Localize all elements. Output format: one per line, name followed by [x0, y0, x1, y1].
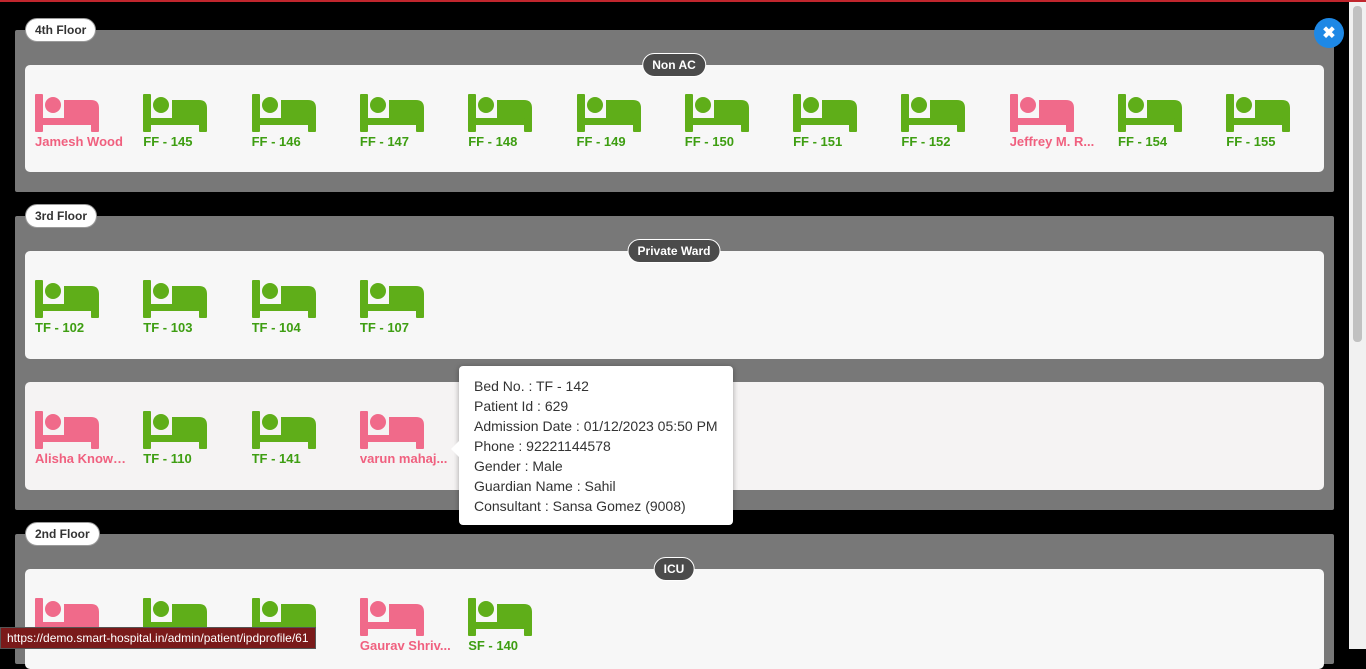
bed-label: TF - 103	[143, 320, 193, 335]
bed-label: FF - 150	[684, 134, 734, 149]
top-border	[0, 0, 1366, 2]
bed-available[interactable]: FF - 147	[359, 94, 460, 149]
bed-available[interactable]: FF - 150	[684, 94, 785, 149]
bed-label: Jeffrey M. R...	[1009, 134, 1095, 149]
bed-available[interactable]: TF - 110	[143, 411, 243, 466]
bed-label: TF - 107	[359, 320, 410, 335]
tooltip-phone: Phone : 92221144578	[474, 438, 611, 454]
bed-label: FF - 151	[793, 134, 843, 149]
bed-icon	[35, 280, 135, 318]
bed-label: FF - 154	[1118, 134, 1168, 149]
bed-icon	[1226, 94, 1326, 132]
bed-label: FF - 152	[901, 134, 951, 149]
bed-icon	[35, 411, 135, 449]
bed-icon	[468, 94, 568, 132]
bed-label: FF - 145	[143, 134, 193, 149]
ward-panel-private: Private Ward TF - 102 TF - 103 TF - 104 TF …	[25, 239, 1324, 359]
bed-icon	[143, 94, 243, 132]
bed-available[interactable]: TF - 102	[35, 280, 135, 335]
bed-icon	[359, 94, 460, 132]
floor-label: 3rd Floor	[25, 204, 98, 228]
ward-label: Non AC	[642, 53, 706, 77]
bed-icon	[901, 94, 1001, 132]
bed-icon	[576, 94, 677, 132]
floor-panel-4th: 4th Floor Non AC Jamesh Wood FF - 145 FF -…	[15, 18, 1334, 192]
tooltip-consultant: Consultant : Sansa Gomez (9008)	[474, 498, 686, 514]
bed-available[interactable]: TF - 103	[143, 280, 243, 335]
bed-label: FF - 149	[576, 134, 626, 149]
bed-icon	[1118, 94, 1218, 132]
bed-icon	[35, 94, 135, 132]
ward-label: ICU	[653, 557, 695, 581]
bed-icon	[1009, 94, 1110, 132]
bed-available[interactable]: FF - 151	[793, 94, 893, 149]
bed-available[interactable]: FF - 146	[251, 94, 352, 149]
bed-label: FF - 155	[1226, 134, 1276, 149]
tooltip-admission-date: Admission Date : 01/12/2023 05:50 PM	[474, 418, 718, 434]
tooltip-guardian-name: Guardian Name : Sahil	[474, 478, 616, 494]
scrollbar-thumb[interactable]	[1353, 6, 1362, 342]
bed-occupied[interactable]: Jeffrey M. R...	[1009, 94, 1110, 149]
bed-available[interactable]: FF - 154	[1118, 94, 1218, 149]
tooltip-gender: Gender : Male	[474, 458, 563, 474]
close-icon: ✖	[1322, 25, 1336, 42]
bed-label: TF - 110	[143, 451, 192, 466]
bed-info-tooltip: Bed No. : TF - 142 Patient Id : 629 Admi…	[451, 366, 733, 525]
bed-icon	[359, 598, 460, 636]
ward-panel-non-ac: Non AC Jamesh Wood FF - 145 FF - 146 FF - 1…	[25, 53, 1326, 172]
bed-icon	[143, 411, 243, 449]
ward-label: Private Ward	[627, 239, 721, 263]
bed-occupied[interactable]: varun mahaj...	[359, 411, 460, 466]
floor-label: 4th Floor	[25, 18, 97, 42]
scrollbar[interactable]	[1349, 2, 1366, 649]
bed-label: FF - 147	[359, 134, 410, 149]
bed-label: TF - 104	[251, 320, 301, 335]
bed-label: SF - 140	[468, 638, 519, 653]
bed-icon	[251, 94, 352, 132]
bed-available[interactable]: FF - 149	[576, 94, 677, 149]
bed-available[interactable]: FF - 155	[1226, 94, 1326, 149]
bed-icon	[684, 94, 785, 132]
bed-available[interactable]: TF - 141	[251, 411, 352, 466]
bed-icon	[793, 94, 893, 132]
bed-icon	[251, 280, 352, 318]
bed-icon	[468, 598, 568, 636]
bed-available[interactable]: FF - 148	[468, 94, 568, 149]
status-bar-url: https://demo.smart-hospital.in/admin/pat…	[0, 627, 316, 649]
bed-label: Gaurav Shriv...	[359, 638, 451, 653]
bed-available[interactable]: FF - 152	[901, 94, 1001, 149]
bed-label: TF - 141	[251, 451, 301, 466]
bed-icon	[359, 411, 460, 449]
tooltip-patient-id: Patient Id : 629	[474, 398, 569, 414]
bed-available[interactable]: SF - 140	[468, 598, 568, 653]
bed-occupied[interactable]: Jamesh Wood	[35, 94, 135, 149]
bed-label: Alisha Knowl...	[35, 451, 127, 466]
tooltip-arrow	[451, 441, 459, 457]
bed-icon	[143, 280, 243, 318]
floor-label: 2nd Floor	[25, 522, 100, 546]
bed-icon	[251, 411, 352, 449]
tooltip-bed-no: Bed No. : TF - 142	[474, 378, 589, 394]
bed-occupied[interactable]: Gaurav Shriv...	[359, 598, 460, 653]
bed-label: FF - 148	[468, 134, 518, 149]
bed-available[interactable]: TF - 104	[251, 280, 352, 335]
bed-label: TF - 102	[35, 320, 85, 335]
bed-icon	[359, 280, 460, 318]
bed-occupied[interactable]: Alisha Knowl...	[35, 411, 135, 466]
ward-panel-icu: ICU Gaurav Shriv... SF - 140	[25, 557, 1324, 669]
bed-label: Jamesh Wood	[35, 134, 123, 149]
bed-available[interactable]: TF - 107	[359, 280, 460, 335]
bed-available[interactable]: FF - 145	[143, 94, 243, 149]
close-button[interactable]: ✖	[1314, 18, 1344, 48]
bed-label: varun mahaj...	[359, 451, 448, 466]
bed-label: FF - 146	[251, 134, 301, 149]
